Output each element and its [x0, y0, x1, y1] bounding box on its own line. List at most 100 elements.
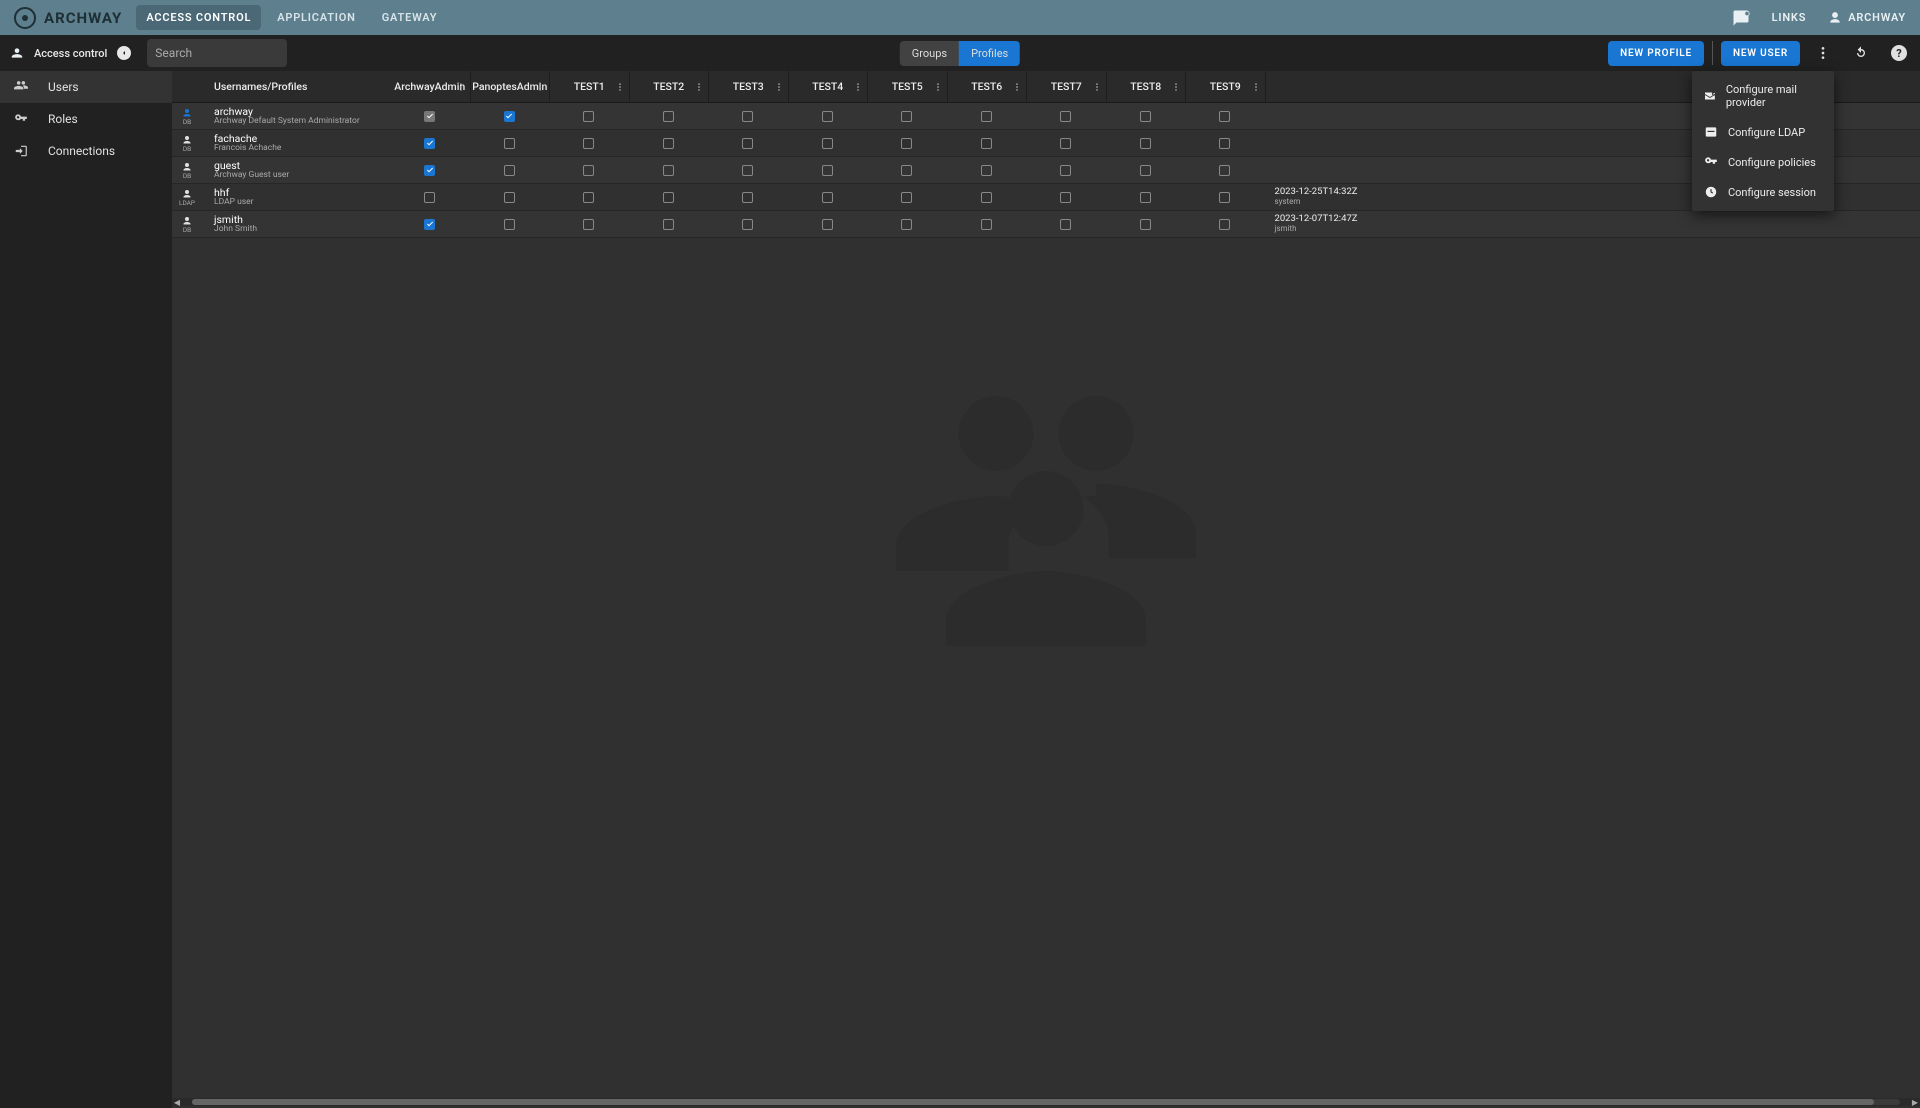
checkbox[interactable] — [901, 219, 912, 230]
checkbox[interactable] — [583, 192, 594, 203]
checkbox[interactable] — [1140, 165, 1151, 176]
horizontal-scrollbar[interactable]: ◀ ▶ — [172, 1098, 1920, 1106]
sidebar-item-connections[interactable]: Connections — [0, 135, 172, 167]
sidebar-item-users[interactable]: Users — [0, 71, 172, 103]
topnav-gateway[interactable]: GATEWAY — [372, 5, 448, 30]
col-menu-icon[interactable] — [1251, 82, 1261, 92]
checkbox[interactable] — [742, 165, 753, 176]
col-menu-icon[interactable] — [535, 82, 545, 92]
checkbox[interactable] — [663, 165, 674, 176]
topnav-access-control[interactable]: ACCESS CONTROL — [136, 5, 261, 30]
checkbox[interactable] — [583, 219, 594, 230]
col-menu-icon[interactable] — [1012, 82, 1022, 92]
table-row[interactable]: DBfachacheFrancois Achache — [172, 130, 1920, 157]
checkbox[interactable] — [663, 138, 674, 149]
sidebar-item-roles[interactable]: Roles — [0, 103, 172, 135]
checkbox[interactable] — [504, 138, 515, 149]
col-menu-icon[interactable] — [456, 82, 466, 92]
checkbox[interactable] — [663, 219, 674, 230]
checkbox[interactable] — [822, 192, 833, 203]
checkbox[interactable] — [981, 138, 992, 149]
user-menu[interactable]: ARCHWAY — [1828, 11, 1906, 25]
checkbox[interactable] — [822, 165, 833, 176]
checkbox[interactable] — [504, 165, 515, 176]
checkbox[interactable] — [742, 219, 753, 230]
new-user-button[interactable]: NEW USER — [1721, 41, 1800, 66]
checkbox[interactable] — [981, 165, 992, 176]
checkbox[interactable] — [1219, 219, 1230, 230]
comments-icon[interactable] — [1732, 9, 1750, 27]
checkbox[interactable] — [1140, 219, 1151, 230]
checkbox[interactable] — [981, 111, 992, 122]
checkbox[interactable] — [901, 138, 912, 149]
checkbox[interactable] — [424, 219, 435, 230]
checkbox[interactable] — [1219, 192, 1230, 203]
table-row[interactable]: DBjsmithJohn Smith2023-12-07T12:47Zjsmit… — [172, 211, 1920, 238]
table-row[interactable]: LDAPhhfLDAP user2023-12-25T14:32Zsystem — [172, 184, 1920, 211]
checkbox[interactable] — [663, 192, 674, 203]
checkbox[interactable] — [981, 219, 992, 230]
col-menu-icon[interactable] — [615, 82, 625, 92]
menu-configure-mail-provider[interactable]: Configure mail provider — [1692, 75, 1834, 117]
checkbox[interactable] — [901, 111, 912, 122]
search-input[interactable] — [155, 46, 311, 60]
scroll-thumb[interactable] — [192, 1099, 1874, 1105]
checkbox[interactable] — [901, 192, 912, 203]
toolbar-title: Access control — [34, 47, 107, 60]
checkbox[interactable] — [1140, 192, 1151, 203]
checkbox[interactable] — [822, 219, 833, 230]
checkbox[interactable] — [822, 138, 833, 149]
collapse-button[interactable] — [117, 46, 131, 60]
menu-configure-ldap[interactable]: Configure LDAP — [1692, 117, 1834, 147]
brand[interactable]: ARCHWAY — [14, 7, 122, 29]
checkbox[interactable] — [742, 138, 753, 149]
checkbox[interactable] — [504, 219, 515, 230]
checkbox[interactable] — [1060, 219, 1071, 230]
table-row[interactable]: DBguestArchway Guest user — [172, 157, 1920, 184]
checkbox[interactable] — [1060, 192, 1071, 203]
checkbox[interactable] — [1140, 138, 1151, 149]
search-box[interactable] — [147, 39, 287, 67]
more-button[interactable] — [1808, 38, 1838, 68]
checkbox[interactable] — [1219, 111, 1230, 122]
checkbox[interactable] — [504, 192, 515, 203]
refresh-button[interactable] — [1846, 38, 1876, 68]
menu-configure-policies[interactable]: Configure policies — [1692, 147, 1834, 177]
checkbox[interactable] — [424, 192, 435, 203]
toggle-groups[interactable]: Groups — [900, 41, 959, 66]
col-menu-icon[interactable] — [694, 82, 704, 92]
table-row[interactable]: DBarchwayArchway Default System Administ… — [172, 103, 1920, 130]
new-profile-button[interactable]: NEW PROFILE — [1608, 41, 1704, 66]
col-menu-icon[interactable] — [853, 82, 863, 92]
col-menu-icon[interactable] — [774, 82, 784, 92]
checkbox[interactable] — [1140, 111, 1151, 122]
checkbox[interactable] — [583, 111, 594, 122]
links-menu[interactable]: LINKS — [1772, 11, 1807, 24]
checkbox[interactable] — [424, 165, 435, 176]
checkbox[interactable] — [981, 192, 992, 203]
checkbox[interactable] — [424, 111, 435, 122]
checkbox[interactable] — [583, 165, 594, 176]
checkbox[interactable] — [1219, 138, 1230, 149]
col-menu-icon[interactable] — [1092, 82, 1102, 92]
toggle-profiles[interactable]: Profiles — [959, 41, 1020, 66]
col-menu-icon[interactable] — [933, 82, 943, 92]
scroll-left-icon[interactable]: ◀ — [172, 1098, 182, 1107]
checkbox[interactable] — [1060, 111, 1071, 122]
checkbox[interactable] — [742, 111, 753, 122]
col-menu-icon[interactable] — [1171, 82, 1181, 92]
checkbox[interactable] — [1060, 138, 1071, 149]
topnav-application[interactable]: APPLICATION — [267, 5, 366, 30]
checkbox[interactable] — [663, 111, 674, 122]
checkbox[interactable] — [424, 138, 435, 149]
checkbox[interactable] — [901, 165, 912, 176]
help-button[interactable]: ? — [1884, 38, 1914, 68]
scroll-right-icon[interactable]: ▶ — [1910, 1098, 1920, 1107]
checkbox[interactable] — [504, 111, 515, 122]
menu-configure-session[interactable]: Configure session — [1692, 177, 1834, 207]
checkbox[interactable] — [1060, 165, 1071, 176]
checkbox[interactable] — [583, 138, 594, 149]
checkbox[interactable] — [822, 111, 833, 122]
checkbox[interactable] — [1219, 165, 1230, 176]
checkbox[interactable] — [742, 192, 753, 203]
